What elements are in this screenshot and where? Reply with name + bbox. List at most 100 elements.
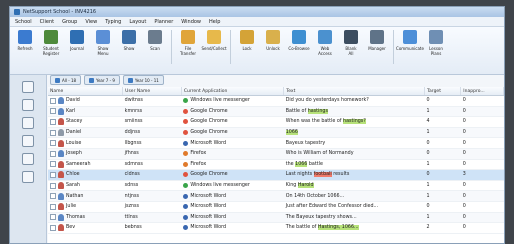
toolbar-separator [393, 30, 394, 64]
application-name: Microsoft Word [190, 225, 227, 231]
show-button[interactable]: Show [116, 30, 142, 51]
column-header-target[interactable]: Target [424, 87, 462, 96]
student-register-button[interactable]: Student Register [38, 30, 64, 56]
menu-item-school[interactable]: School [15, 19, 32, 25]
row-checkbox[interactable] [50, 214, 56, 221]
sidebar-help-icon[interactable] [22, 171, 34, 183]
table-row[interactable]: Stacey smiinss Google Chrome When was the b… [48, 116, 504, 128]
text-plain: Battle of [285, 108, 308, 114]
lock-button[interactable]: Lock [234, 30, 260, 51]
column-header-text[interactable]: Text [283, 87, 426, 96]
tab-group-1[interactable]: Year 7 - 9 [84, 75, 120, 85]
toolbar-separator [230, 30, 231, 64]
sidebar-group-icon[interactable] [22, 99, 34, 111]
column-header-name[interactable]: Name [48, 87, 124, 96]
sidebar-chat-icon[interactable] [22, 153, 34, 165]
menu-item-view[interactable]: View [85, 19, 97, 25]
unlock-button[interactable]: Unlock [260, 30, 286, 51]
student-register-icon [44, 30, 58, 44]
send-collect-button[interactable]: Send/Collect [201, 30, 227, 51]
column-header-username[interactable]: User Name [122, 87, 182, 96]
cell-target: 0 [424, 169, 461, 181]
file-transfer-button[interactable]: File Transfer [175, 30, 201, 56]
menu-item-planner[interactable]: Planner [154, 19, 173, 25]
row-checkbox[interactable] [50, 97, 56, 104]
cell-name: Louise [48, 137, 123, 149]
sidebar-view-icon[interactable] [22, 81, 34, 93]
blank-all-button[interactable]: Blank All [338, 30, 364, 56]
manager-button[interactable]: Manager [364, 30, 390, 51]
row-checkbox[interactable] [50, 203, 56, 210]
menu-item-window[interactable]: Window [181, 19, 201, 25]
row-checkbox[interactable] [50, 171, 56, 178]
cell-target: 0 [424, 137, 461, 149]
table-row[interactable]: Sarah sdnss Windows live messenger King Har… [48, 180, 504, 192]
row-checkbox[interactable] [50, 140, 56, 147]
row-checkbox[interactable] [50, 224, 56, 231]
cell-target: 2 [424, 222, 461, 234]
cell-username: llbgnss [122, 137, 182, 149]
table-row[interactable]: Bev bebnss Microsoft Word The battle of Has… [48, 222, 504, 234]
communicate-icon [403, 30, 417, 44]
cell-target: 1 [424, 212, 461, 224]
app-wrap: Microsoft Word [183, 193, 281, 199]
cell-username: ddjnss [122, 127, 182, 139]
name-wrap: Joseph [50, 150, 121, 158]
table-row[interactable]: Julie jsznss Microsoft Word Just after Edwa… [48, 201, 504, 213]
column-header-application[interactable]: Current Application [181, 87, 285, 96]
cell-inappropriate: 0 [460, 137, 504, 149]
row-checkbox[interactable] [50, 118, 56, 125]
tab-group-0[interactable]: All - 18 [50, 75, 82, 85]
column-header-inappropriate[interactable]: Inappro... [460, 87, 504, 96]
lesson-plans-button[interactable]: Lesson Plans [423, 30, 449, 56]
menu-item-layout[interactable]: Layout [129, 19, 146, 25]
cell-application: Google Chrome [181, 116, 284, 128]
student-name: Bev [66, 225, 76, 231]
row-checkbox[interactable] [50, 150, 56, 157]
cell-application: Microsoft Word [181, 137, 284, 149]
web-access-button[interactable]: Web Access [312, 30, 338, 56]
student-name: Sarah [66, 183, 80, 189]
student-name: Stacey [66, 119, 83, 125]
co-browse-button[interactable]: Co-Browse [286, 30, 312, 51]
lock-icon [240, 30, 254, 44]
cell-application: Google Chrome [181, 106, 284, 118]
table-row[interactable]: Louise llbgnss Microsoft Word Bayeux tapest… [48, 137, 504, 149]
table-row[interactable]: David dwitnss Windows live messenger Did yo… [48, 95, 504, 107]
table-row[interactable]: Sameerah sdmnss Firefox the 1066 battle 1 0 [48, 159, 504, 171]
menu-item-help[interactable]: Help [209, 19, 220, 25]
menu-item-client[interactable]: Client [40, 19, 54, 25]
sidebar-headphones-icon[interactable] [22, 117, 34, 129]
application-name: Firefox [190, 161, 207, 167]
row-checkbox[interactable] [50, 161, 56, 168]
sidebar-monitor-icon[interactable] [22, 135, 34, 147]
student-name: Joseph [66, 151, 82, 157]
app-wrap: Google Chrome [183, 172, 281, 178]
row-checkbox[interactable] [50, 193, 56, 200]
blank-all-icon [344, 30, 358, 44]
text-plain: On 14th October 1066... [285, 193, 345, 199]
table-row[interactable]: Daniel ddjnss Google Chrome 1066 1 0 [48, 127, 504, 139]
cell-username: smiinss [122, 116, 182, 128]
table-row[interactable]: Karl kmnrss Google Chrome Battle of hasting… [48, 106, 504, 118]
menu-item-group[interactable]: Group [62, 19, 77, 25]
row-checkbox[interactable] [50, 129, 56, 136]
scan-button[interactable]: Scan [142, 30, 168, 51]
tab-group-2[interactable]: Year 10 - 11 [122, 75, 164, 85]
table-row[interactable]: Chloe cldnss Google Chrome Last nights foot… [48, 169, 504, 181]
netsupport-window: NetSupport School - INV4216 School Client… [9, 6, 505, 244]
cell-application: Firefox [181, 148, 284, 160]
table-row[interactable]: Thomas ttlnss Microsoft Word The Bayeux tap… [48, 212, 504, 224]
application-name: Microsoft Word [190, 214, 227, 220]
refresh-button[interactable]: Refresh [12, 30, 38, 51]
row-checkbox[interactable] [50, 108, 56, 115]
table-row[interactable]: Joseph jfhnss Firefox Who is William of Nor… [48, 148, 504, 160]
table-row[interactable]: Nathan ntjnss Microsoft Word On 14th Octobe… [48, 190, 504, 202]
application-name: Windows live messenger [190, 98, 250, 104]
communicate-button[interactable]: Communicate [396, 30, 424, 51]
toolbar-label: Show Menu [97, 46, 109, 56]
row-checkbox[interactable] [50, 182, 56, 189]
show-menu-button[interactable]: Show Menu [90, 30, 116, 56]
menu-item-typing[interactable]: Typing [105, 19, 121, 25]
journal-button[interactable]: Journal [64, 30, 90, 51]
